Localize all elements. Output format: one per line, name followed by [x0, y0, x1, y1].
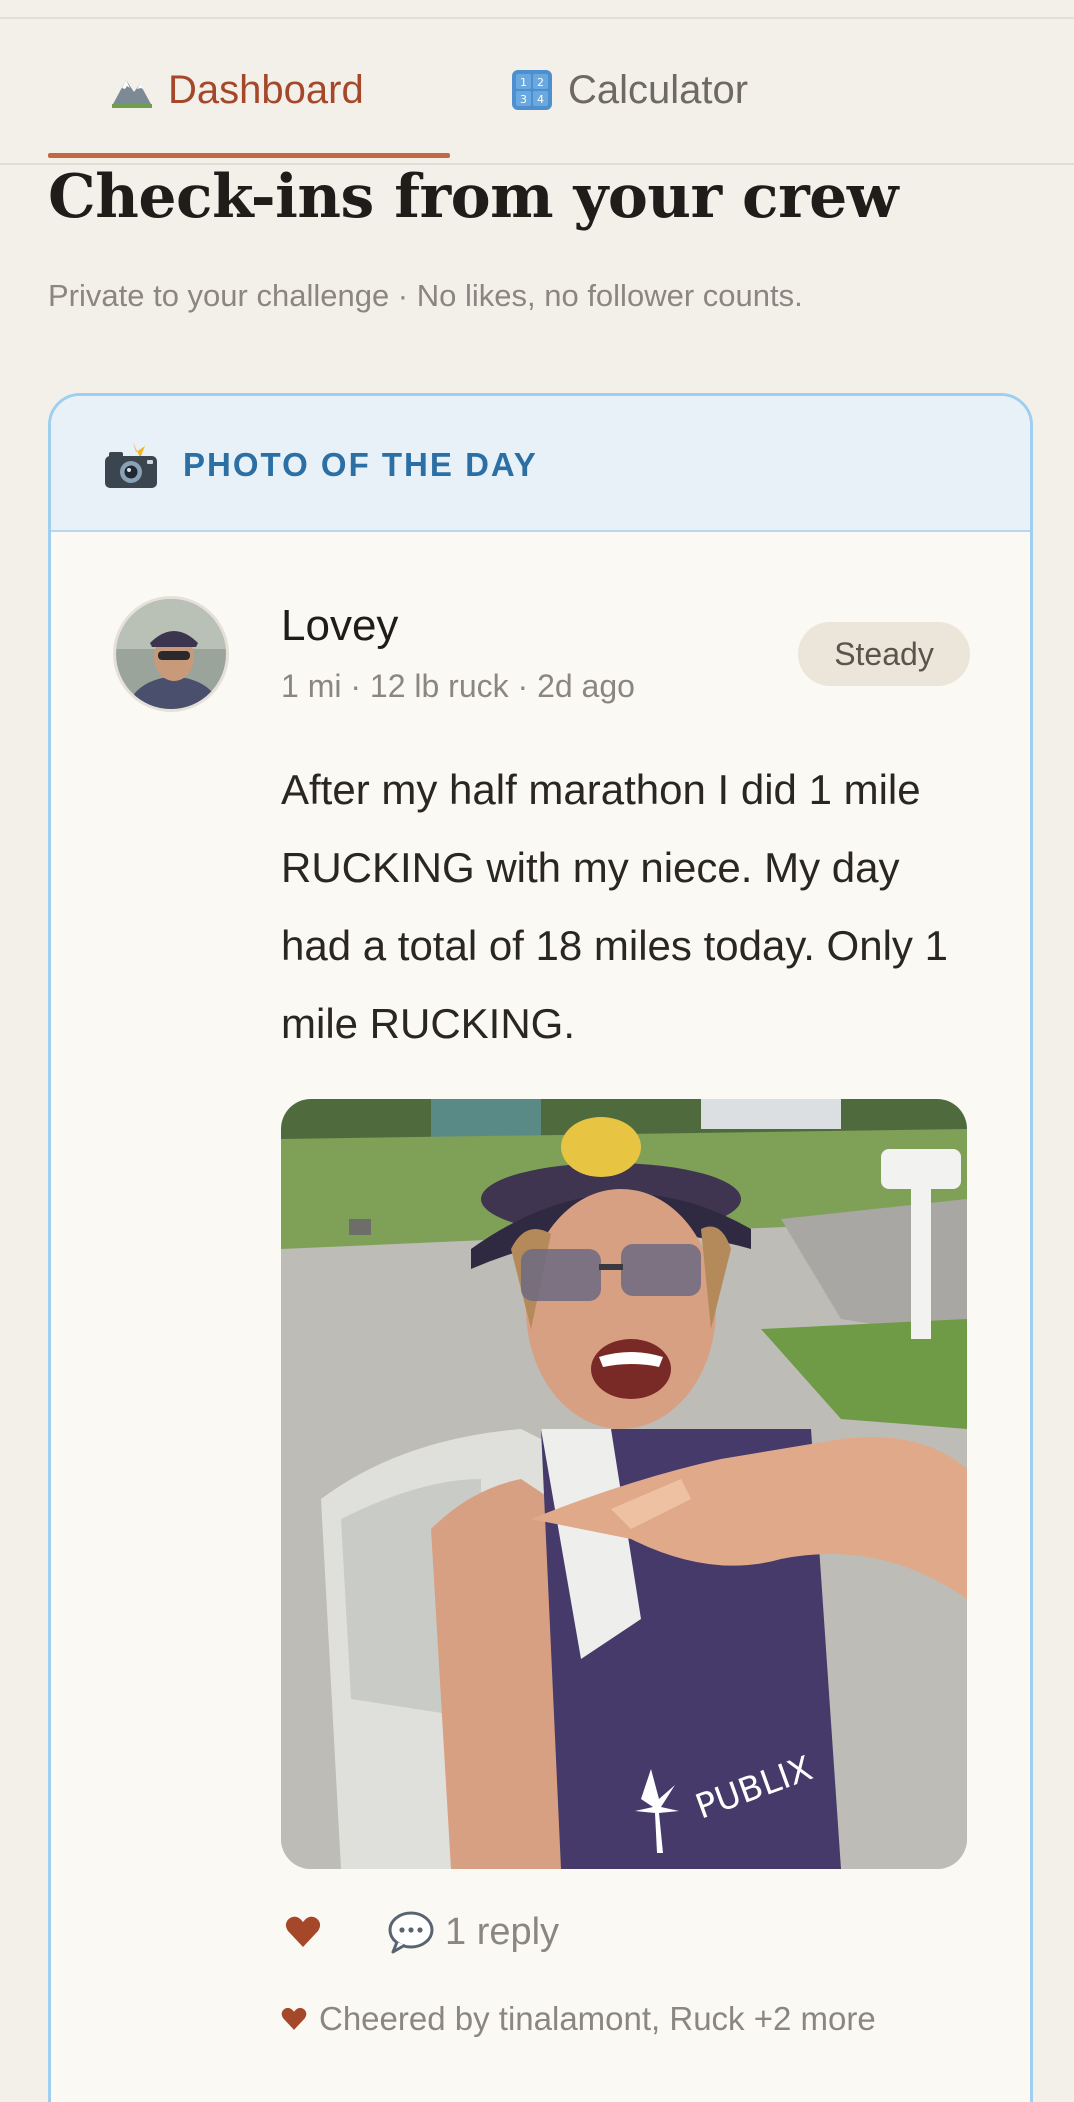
speech-bubble-icon	[388, 1911, 434, 1954]
cheered-by[interactable]: Cheered by tinalamont, Ruck +2 more	[281, 2000, 876, 2038]
tab-dashboard-label: Dashboard	[168, 67, 364, 112]
avatar[interactable]	[113, 596, 229, 712]
cheer-button[interactable]	[281, 1910, 325, 1954]
active-tab-indicator	[48, 153, 450, 158]
page-title: Check-ins from your crew	[48, 162, 899, 232]
tab-calculator[interactable]: 1 2 3 4 Calculator	[510, 60, 748, 120]
status-badge: Steady	[798, 622, 970, 686]
card-header-label: PHOTO OF THE DAY	[183, 446, 538, 483]
post-author[interactable]: Lovey	[281, 601, 398, 651]
top-divider	[0, 17, 1074, 19]
card-header: PHOTO OF THE DAY	[51, 396, 1030, 532]
tab-dashboard[interactable]: Dashboard	[110, 60, 364, 120]
mountain-icon	[110, 68, 154, 112]
tab-bar: Dashboard 1 2 3 4 Calculator	[0, 60, 1074, 164]
page-subtitle: Private to your challenge · No likes, no…	[48, 278, 803, 313]
reply-button[interactable]: 1 reply	[387, 1910, 559, 1954]
cheered-by-label: Cheered by tinalamont, Ruck +2 more	[319, 2000, 876, 2037]
svg-text:4: 4	[537, 93, 544, 106]
post-text: After my half marathon I did 1 mile RUCK…	[281, 766, 948, 1047]
post-meta: 1 mi · 12 lb ruck · 2d ago	[281, 668, 635, 704]
svg-text:1: 1	[520, 76, 527, 89]
svg-text:3: 3	[520, 93, 527, 106]
calculator-icon: 1 2 3 4	[510, 68, 554, 112]
heart-icon	[285, 1916, 321, 1947]
post-actions: 1 reply	[281, 1904, 559, 1960]
post-photo[interactable]: PUBLIX	[281, 1099, 967, 1869]
camera-flash-icon	[103, 442, 159, 490]
reply-count: 1 reply	[445, 1910, 560, 1953]
photo-of-the-day-card: PHOTO OF THE DAY Lovey 1 mi · 12 lb ruck…	[48, 393, 1033, 2102]
tab-calculator-label: Calculator	[568, 67, 749, 112]
svg-text:2: 2	[537, 76, 544, 89]
heart-icon	[281, 2007, 307, 2030]
